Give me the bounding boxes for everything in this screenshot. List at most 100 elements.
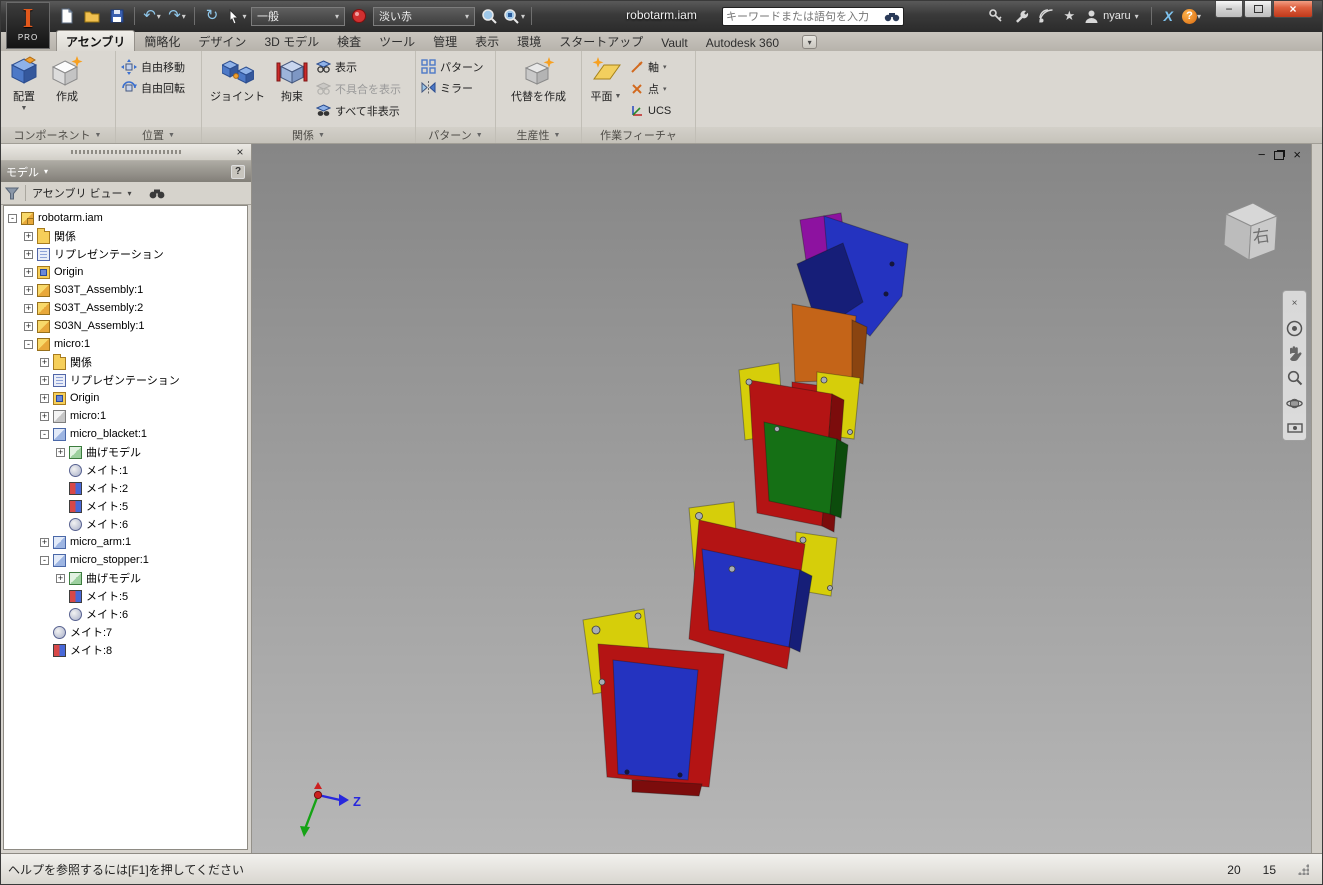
doc-restore-button[interactable] <box>1274 150 1285 160</box>
doc-close-button[interactable]: × <box>1293 148 1301 162</box>
tree-expander-icon[interactable]: + <box>40 357 49 367</box>
communication-center-button[interactable] <box>1038 6 1054 26</box>
tree-node-S03T_Assembly:1[interactable]: + S03T_Assembly:1 <box>4 281 247 299</box>
tree-node-メイト:7[interactable]: メイト:7 <box>4 623 247 641</box>
mirror-button[interactable]: ミラー <box>421 78 473 97</box>
constrain-button[interactable]: 拘束 <box>273 53 311 106</box>
tab-簡略化[interactable]: 簡略化 <box>135 31 189 51</box>
user-account-button[interactable]: nyaru ▾ <box>1084 9 1139 24</box>
free-move-button[interactable]: 自由移動 <box>121 57 185 76</box>
tab-スタートアップ[interactable]: スタートアップ <box>550 31 652 51</box>
tree-expander-icon[interactable]: - <box>24 339 33 349</box>
hide-all-button[interactable]: すべて非表示 <box>316 101 401 120</box>
doc-minimize-button[interactable]: − <box>1258 148 1266 162</box>
look-at-button[interactable] <box>1285 419 1304 437</box>
robot-part-orange-servo[interactable] <box>791 303 857 383</box>
save-button[interactable] <box>106 5 128 27</box>
tree-node-リプレゼンテーション[interactable]: + リプレゼンテーション <box>4 371 247 389</box>
material-combobox[interactable]: 一般 ▾ <box>251 6 345 26</box>
tab-管理[interactable]: 管理 <box>424 31 466 51</box>
tree-node-関係[interactable]: + 関係 <box>4 227 247 245</box>
tree-node-リプレゼンテーション[interactable]: + リプレゼンテーション <box>4 245 247 263</box>
redo-button[interactable]: ↷ ▾ <box>166 5 188 27</box>
resize-grip-icon[interactable] <box>1298 864 1309 875</box>
tab-ツール[interactable]: ツール <box>370 31 424 51</box>
search-box[interactable] <box>722 7 904 26</box>
joint-button[interactable]: ジョイント <box>207 53 268 106</box>
browser-help-button[interactable]: ? <box>231 164 245 179</box>
viewport-3d[interactable]: − × 右 × Z <box>252 144 1311 853</box>
tree-expander-icon[interactable]: + <box>40 411 49 421</box>
tree-node-メイト:8[interactable]: メイト:8 <box>4 641 247 659</box>
panel-label-position[interactable]: 位置 ▼ <box>116 127 201 143</box>
inventor-app-button[interactable]: I PRO <box>6 2 50 49</box>
robot-arm-model[interactable] <box>252 144 1311 853</box>
browser-title-bar[interactable]: モデル ▾ ? <box>0 161 251 182</box>
tree-node-micro_blacket:1[interactable]: - micro_blacket:1 <box>4 425 247 443</box>
tree-node-メイト:2[interactable]: メイト:2 <box>4 479 247 497</box>
tree-node-メイト:6[interactable]: メイト:6 <box>4 515 247 533</box>
point-button[interactable]: 点 ▾ <box>630 79 671 98</box>
tree-expander-icon[interactable]: + <box>24 249 33 259</box>
place-component-button[interactable]: 配置 ▼ <box>5 53 43 114</box>
window-minimize-button[interactable]: − <box>1215 0 1243 18</box>
browser-drag-bar[interactable]: × <box>0 144 251 161</box>
pattern-button[interactable]: パターン <box>421 57 483 76</box>
tree-node-曲げモデル[interactable]: + 曲げモデル <box>4 443 247 461</box>
browser-close-button[interactable]: × <box>233 145 247 159</box>
favorites-button[interactable]: ★ <box>1063 6 1075 26</box>
tree-node-メイト:1[interactable]: メイト:1 <box>4 461 247 479</box>
window-close-button[interactable]: × <box>1273 0 1313 18</box>
tree-node-micro_stopper:1[interactable]: - micro_stopper:1 <box>4 551 247 569</box>
panel-label-pattern[interactable]: パターン ▼ <box>416 127 495 143</box>
tab-環境[interactable]: 環境 <box>508 31 550 51</box>
panel-label-component[interactable]: コンポーネント ▼ <box>0 127 115 143</box>
tree-node-micro:1[interactable]: - micro:1 <box>4 335 247 353</box>
tree-node-メイト:5[interactable]: メイト:5 <box>4 587 247 605</box>
tree-expander-icon[interactable]: + <box>56 447 65 457</box>
tab-表示[interactable]: 表示 <box>466 31 508 51</box>
appearance-swatch-button[interactable] <box>348 5 370 27</box>
wrench-button[interactable] <box>1013 6 1029 26</box>
help-button[interactable]: ? ▾ <box>1181 6 1201 26</box>
panel-label-productivity[interactable]: 生産性 ▼ <box>496 127 581 143</box>
tree-expander-icon[interactable]: + <box>40 375 49 385</box>
tab-3D モデル[interactable]: 3D モデル <box>255 31 328 51</box>
tab-アセンブリ[interactable]: アセンブリ <box>56 30 136 51</box>
tree-expander-icon[interactable]: - <box>40 429 49 439</box>
filter-funnel-icon[interactable] <box>5 187 19 200</box>
tree-node-S03N_Assembly:1[interactable]: + S03N_Assembly:1 <box>4 317 247 335</box>
tree-node-micro_arm:1[interactable]: + micro_arm:1 <box>4 533 247 551</box>
tree-expander-icon[interactable]: + <box>24 267 33 277</box>
panel-label-relationships[interactable]: 関係 ▼ <box>202 127 415 143</box>
tree-node-関係[interactable]: + 関係 <box>4 353 247 371</box>
tree-node-Origin[interactable]: + Origin <box>4 389 247 407</box>
key-button[interactable] <box>988 6 1004 26</box>
zoom-button[interactable] <box>1285 369 1304 387</box>
new-file-button[interactable] <box>56 5 78 27</box>
binoculars-search-icon[interactable] <box>884 11 900 23</box>
tree-node-メイト:5[interactable]: メイト:5 <box>4 497 247 515</box>
steering-wheel-button[interactable] <box>1285 319 1304 337</box>
tab-Autodesk 360[interactable]: Autodesk 360 <box>697 34 788 51</box>
viewcube[interactable]: 右 <box>1213 194 1287 270</box>
zoom-window-button[interactable]: ▾ <box>503 5 525 27</box>
tree-expander-icon[interactable]: + <box>24 321 33 331</box>
free-rotate-button[interactable]: 自由回転 <box>121 78 185 97</box>
tree-expander-icon[interactable]: + <box>56 573 65 583</box>
tree-node-メイト:6[interactable]: メイト:6 <box>4 605 247 623</box>
assembly-view-selector[interactable]: アセンブリ ビュー ▾ <box>32 185 132 201</box>
tree-expander-icon[interactable]: + <box>24 285 33 295</box>
window-maximize-button[interactable] <box>1244 0 1272 18</box>
tree-expander-icon[interactable]: + <box>40 393 49 403</box>
tree-node-robotarm.iam[interactable]: - robotarm.iam <box>4 209 247 227</box>
create-substitutes-button[interactable]: 代替を作成 <box>508 53 569 106</box>
ribbon-options-button[interactable]: ▾ <box>802 35 818 49</box>
robot-part-orange-servo-side[interactable] <box>851 319 868 385</box>
tab-Vault[interactable]: Vault <box>652 34 696 51</box>
right-scroll-strip[interactable] <box>1311 144 1323 853</box>
panel-label-work-features[interactable]: 作業フィーチャ <box>582 127 695 143</box>
select-filter-button[interactable]: ▾ <box>226 5 248 27</box>
undo-button[interactable]: ↶ ▾ <box>141 5 163 27</box>
create-component-button[interactable]: 作成 <box>48 53 86 106</box>
